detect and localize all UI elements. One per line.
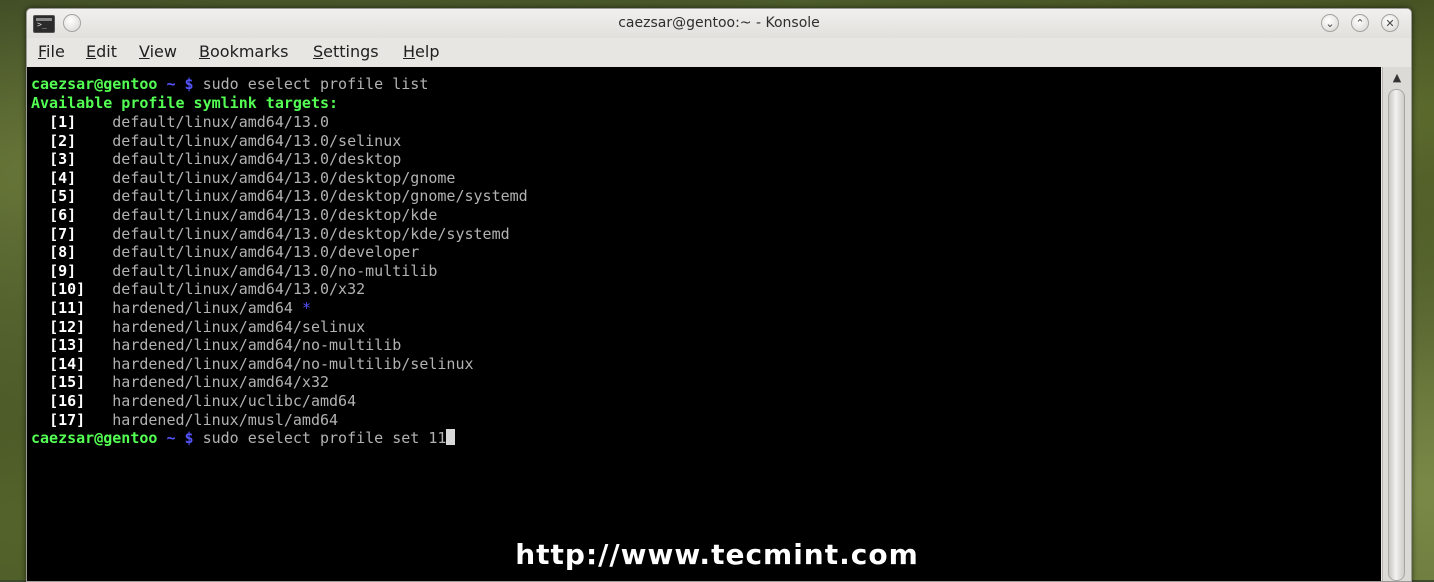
text-cursor [446,429,456,446]
profile-path: default/linux/amd64/13.0/developer [112,243,420,262]
profile-path: hardened/linux/amd64/no-multilib [112,336,402,355]
menu-file-accel: F [38,42,47,61]
menu-view[interactable]: View [139,42,177,61]
menu-edit-accel: E [86,42,97,61]
profile-number: [7] [49,224,77,243]
profile-number: [4] [49,168,77,187]
profile-number: [16] [49,392,86,410]
command-text: sudo eselect profile list [202,75,429,93]
scroll-up-arrow-icon[interactable]: ▲ [1389,71,1405,85]
profile-row: [1] default/linux/amd64/13.0 [31,113,329,132]
profile-path: default/linux/amd64/13.0/x32 [112,280,366,299]
profile-row: [12] hardened/linux/amd64/selinux [31,318,365,337]
maximize-button[interactable]: ⌃ [1351,14,1369,32]
profile-row: [6] default/linux/amd64/13.0/desktop/kde [31,206,437,225]
profile-row: [14] hardened/linux/amd64/no-multilib/se… [31,354,474,374]
profile-row: [2] default/linux/amd64/13.0/selinux [31,132,401,151]
minimize-button[interactable]: ⌄ [1321,14,1339,32]
profile-number: [3] [49,150,77,169]
prompt-symbol: $ [184,75,194,93]
profile-path: hardened/linux/amd64/x32 [112,373,330,392]
menu-file[interactable]: File [38,42,65,61]
profile-path: hardened/linux/amd64/no-multilib/selinux [112,354,474,373]
output-header: Available profile symlink targets: [31,94,339,112]
vertical-scrollbar[interactable]: ▲ [1382,67,1411,581]
selected-marker: * [301,299,311,317]
prompt-user: caezsar@gentoo [31,429,158,448]
profile-number: [12] [49,317,86,336]
profile-number: [6] [49,206,77,224]
profile-number: [9] [49,261,77,280]
menu-view-label: iew [149,42,177,61]
prompt-user: caezsar@gentoo [31,75,158,93]
menu-bookmarks-label: ookmarks [209,42,289,61]
profile-row: [10] default/linux/amd64/13.0/x32 [31,280,365,299]
scrollbar-thumb[interactable] [1388,89,1405,581]
menu-settings[interactable]: Settings [313,42,379,61]
prompt-symbol: $ [184,429,194,448]
menu-bookmarks-accel: B [199,42,210,61]
profile-path: hardened/linux/amd64/selinux [112,317,366,336]
menu-view-accel: V [139,42,150,61]
profile-number: [5] [49,187,77,206]
menu-edit-label: dit [96,42,117,61]
profile-row: [8] default/linux/amd64/13.0/developer [31,243,419,262]
profile-row: [16] hardened/linux/uclibc/amd64 [31,392,356,411]
menu-settings-accel: S [313,42,324,61]
profile-row: [15] hardened/linux/amd64/x32 [31,373,329,392]
window-title: caezsar@gentoo:~ - Konsole [618,15,820,31]
profile-number: [2] [49,131,77,150]
menu-edit[interactable]: Edit [86,42,117,61]
close-button[interactable]: ✕ [1381,14,1399,32]
menu-help-label: elp [415,42,440,61]
prompt-line-2[interactable]: caezsar@gentoo ~ $ sudo eselect profile … [31,429,456,448]
profile-row: [17] hardened/linux/musl/amd64 [31,411,338,430]
command-input[interactable]: sudo eselect profile set 11 [203,429,447,447]
profile-path: hardened/linux/uclibc/amd64 [112,392,357,410]
prompt-dir: ~ [166,75,176,93]
profile-number: [14] [49,354,86,373]
profile-path: default/linux/amd64/13.0/desktop/kde/sys… [112,224,510,243]
terminal-output[interactable]: caezsar@gentoo ~ $ sudo eselect profile … [27,67,1381,581]
profile-row: [13] hardened/linux/amd64/no-multilib [31,336,401,355]
profile-path: default/linux/amd64/13.0/no-multilib [112,261,438,280]
menu-file-label: ile [46,42,65,61]
profile-path: default/linux/amd64/13.0/desktop [112,150,402,169]
profile-path: default/linux/amd64/13.0/desktop/gnome/s… [112,187,528,206]
menu-help[interactable]: Help [403,42,439,61]
profile-row: [5] default/linux/amd64/13.0/desktop/gno… [31,187,528,206]
profile-number: [10] [49,280,86,299]
watermark-text: http://www.tecmint.com [515,538,919,571]
prompt-dir: ~ [166,429,176,448]
profile-number: [17] [49,410,86,429]
profile-number: [1] [49,113,77,131]
profile-path: default/linux/amd64/13.0/desktop/kde [112,206,438,224]
profile-row: [9] default/linux/amd64/13.0/no-multilib [31,262,437,281]
konsole-window: caezsar@gentoo:~ - Konsole ⌄ ⌃ ✕ File Ed… [26,8,1412,582]
profile-number: [8] [49,243,77,262]
menu-settings-label: ettings [323,42,379,61]
profile-path: default/linux/amd64/13.0/desktop/gnome [112,168,456,187]
profile-row: [11] hardened/linux/amd64 * [31,299,311,318]
profile-path: default/linux/amd64/13.0/selinux [112,131,402,150]
prompt-line-1: caezsar@gentoo ~ $ sudo eselect profile … [31,75,428,94]
profile-row: [3] default/linux/amd64/13.0/desktop [31,150,401,169]
profile-number: [11] [49,299,86,317]
profile-path: hardened/linux/amd64 [112,299,293,317]
menu-help-accel: H [403,42,416,61]
menu-bar: File Edit View Bookmarks Settings Help [27,38,1411,66]
profile-path: default/linux/amd64/13.0 [112,113,330,131]
profile-number: [15] [49,373,86,392]
title-bar[interactable]: caezsar@gentoo:~ - Konsole ⌄ ⌃ ✕ [27,9,1411,38]
menu-bookmarks[interactable]: Bookmarks [199,42,288,61]
profile-row: [4] default/linux/amd64/13.0/desktop/gno… [31,169,455,188]
profile-number: [13] [49,336,86,355]
profile-path: hardened/linux/musl/amd64 [112,410,339,429]
profile-row: [7] default/linux/amd64/13.0/desktop/kde… [31,225,510,244]
